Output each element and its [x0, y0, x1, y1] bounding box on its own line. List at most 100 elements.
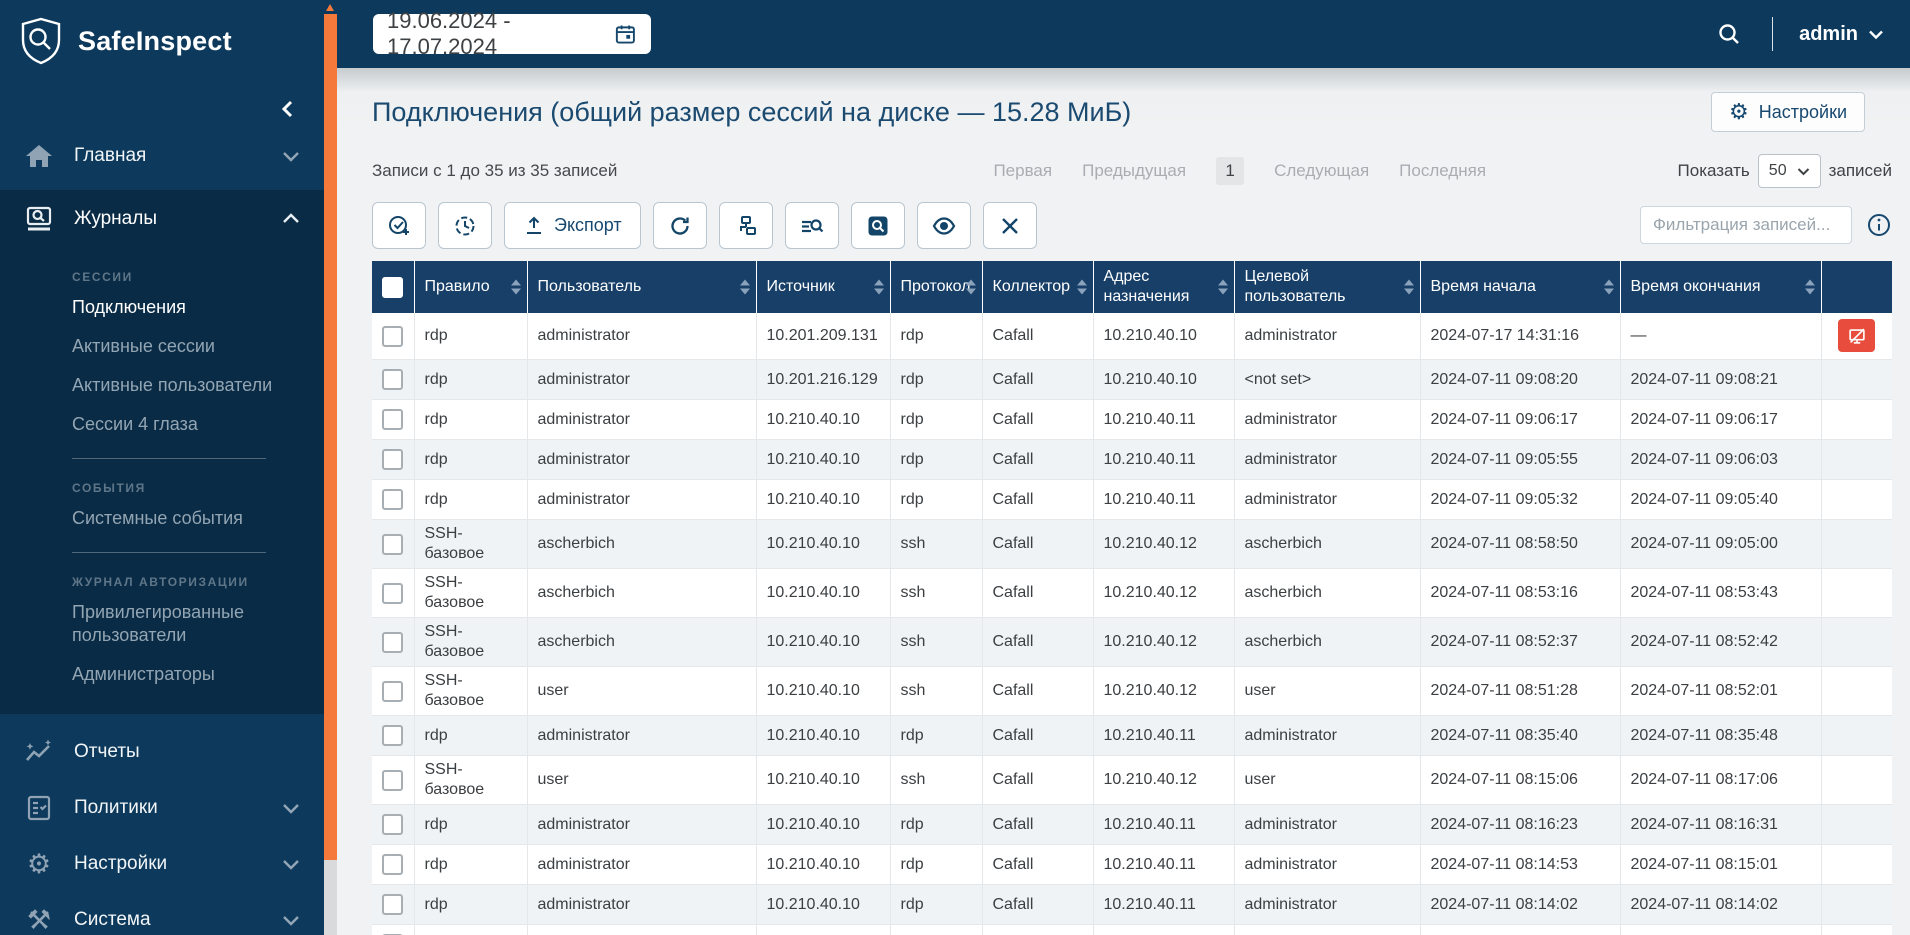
- row-select-cell: [372, 924, 414, 935]
- submenu-divider: [72, 458, 266, 459]
- cell-dest: 10.210.40.10: [1092, 313, 1234, 360]
- sort-icon[interactable]: [965, 279, 976, 295]
- table-header-row: Правило Пользователь Источник Протокол Колле…: [372, 261, 1892, 313]
- table-row[interactable]: rdpadministrator10.210.40.10rdpCafall10.…: [372, 884, 1892, 925]
- row-checkbox[interactable]: [382, 769, 404, 791]
- select-all-header[interactable]: [372, 261, 414, 313]
- column-header[interactable]: Источник: [755, 261, 890, 313]
- table-row[interactable]: rdpadministrator10.210.40.10rdpCafall10.…: [372, 924, 1892, 935]
- pagination-first[interactable]: Первая: [993, 161, 1052, 181]
- row-checkbox[interactable]: [382, 631, 404, 653]
- network-button[interactable]: [718, 202, 773, 249]
- column-header[interactable]: Целевой пользователь: [1233, 261, 1420, 313]
- clear-button[interactable]: [982, 202, 1037, 249]
- page-title: Подключения (общий размер сессий на диск…: [372, 96, 1132, 127]
- view-button[interactable]: [916, 202, 971, 249]
- table-row[interactable]: SSH-базовое ascherbich 10.210.40.10 ssh Cafa…: [372, 617, 1892, 667]
- column-header[interactable]: Правило: [413, 261, 527, 313]
- table-row[interactable]: SSH-базовое user 10.210.40.10 ssh Cafall 10.2…: [372, 755, 1892, 805]
- sidebar-item-reports[interactable]: Отчеты: [0, 724, 324, 780]
- table-row[interactable]: rdpadministrator10.210.40.10rdpCafall10.…: [372, 439, 1892, 480]
- row-checkbox[interactable]: [382, 814, 404, 835]
- search-icon[interactable]: [1716, 21, 1742, 47]
- sort-icon[interactable]: [510, 279, 521, 295]
- table-row[interactable]: SSH-базовое ascherbich 10.210.40.10 ssh Cafa…: [372, 568, 1892, 618]
- sidebar-subitem[interactable]: Сессии 4 глаза: [72, 405, 294, 444]
- filter-input[interactable]: [1640, 206, 1852, 244]
- sidebar-item-system[interactable]: ⚒ Система: [0, 892, 324, 935]
- sidebar-subitem[interactable]: Системные события: [72, 499, 294, 538]
- table-row[interactable]: rdpadministrator10.210.40.10rdpCafall10.…: [372, 399, 1892, 440]
- column-header[interactable]: Время начала: [1419, 261, 1620, 313]
- column-header[interactable]: Время окончания: [1619, 261, 1821, 313]
- sidebar-subitem[interactable]: Привилегированные пользователи: [72, 593, 294, 655]
- row-checkbox[interactable]: [382, 409, 404, 430]
- pagination-next[interactable]: Следующая: [1274, 161, 1369, 181]
- row-checkbox[interactable]: [382, 533, 404, 555]
- row-select-cell: [372, 519, 414, 569]
- sort-icon[interactable]: [1217, 279, 1228, 295]
- table-settings-button[interactable]: ⚙ Настройки: [1711, 92, 1865, 132]
- row-checkbox[interactable]: [382, 854, 404, 875]
- sidebar-subitem[interactable]: Активные сессии: [72, 327, 294, 366]
- column-header[interactable]: Протокол: [889, 261, 982, 313]
- collapse-sidebar-icon[interactable]: [278, 98, 298, 120]
- table-row[interactable]: rdpadministrator10.210.40.10rdpCafall10.…: [372, 479, 1892, 520]
- row-checkbox[interactable]: [382, 894, 404, 915]
- row-checkbox[interactable]: [382, 725, 404, 746]
- sort-icon[interactable]: [1804, 279, 1815, 295]
- scrollbar-thumb[interactable]: [324, 14, 337, 860]
- row-checkbox[interactable]: [382, 449, 404, 470]
- table-row[interactable]: SSH-базовое user 10.210.40.10 ssh Cafall 10.2…: [372, 666, 1892, 716]
- select-all-checkbox[interactable]: [382, 276, 403, 298]
- date-range-picker[interactable]: 19.06.2024 - 17.07.2024: [373, 8, 651, 59]
- sort-icon[interactable]: [1603, 279, 1614, 295]
- row-checkbox[interactable]: [382, 489, 404, 510]
- pagination-current-page[interactable]: 1: [1216, 157, 1245, 185]
- column-header[interactable]: Пользователь: [526, 261, 756, 313]
- sort-icon[interactable]: [1403, 279, 1414, 295]
- sidebar-subitem[interactable]: Активные пользователи: [72, 366, 294, 405]
- sort-icon[interactable]: [739, 279, 750, 295]
- sidebar-item-policies[interactable]: Политики: [0, 780, 324, 836]
- pagination-prev[interactable]: Предыдущая: [1082, 161, 1186, 181]
- row-checkbox[interactable]: [382, 680, 404, 702]
- table-row[interactable]: rdp administrator 10.201.209.131 rdp Cafall 1…: [372, 313, 1892, 360]
- sidebar-item-home[interactable]: Главная: [0, 128, 324, 184]
- sidebar-subitem[interactable]: Подключения: [72, 288, 294, 327]
- page-size-select[interactable]: 50: [1757, 154, 1821, 188]
- cell-protocol: rdp: [889, 313, 982, 360]
- info-icon[interactable]: [1866, 212, 1892, 238]
- table-row[interactable]: rdpadministrator10.210.40.10rdpCafall10.…: [372, 844, 1892, 885]
- table-row[interactable]: SSH-базовое ascherbich 10.210.40.10 ssh Cafa…: [372, 519, 1892, 569]
- row-checkbox[interactable]: [382, 369, 404, 390]
- column-header[interactable]: Коллектор: [981, 261, 1093, 313]
- scroll-up-arrow[interactable]: [326, 4, 334, 11]
- table-row[interactable]: rdpadministrator10.210.40.10rdpCafall10.…: [372, 715, 1892, 756]
- cell-rule: rdp: [413, 399, 527, 440]
- sort-icon[interactable]: [873, 279, 884, 295]
- table-row[interactable]: rdp administrator 10.201.216.129 rdp Cafall 1…: [372, 359, 1892, 400]
- logo[interactable]: SafeInspect: [0, 0, 324, 72]
- sidebar-subitem[interactable]: Администраторы: [72, 655, 294, 694]
- add-check-button[interactable]: [372, 202, 426, 249]
- sidebar-group-journals: Журналы СЕССИИ Подключения Активные сессии…: [0, 190, 324, 714]
- disconnect-session-button[interactable]: [1838, 319, 1876, 353]
- cell-protocol: rdp: [889, 439, 982, 480]
- table-row[interactable]: rdpadministrator10.210.40.10rdpCafall10.…: [372, 804, 1892, 845]
- row-checkbox[interactable]: [382, 325, 404, 347]
- sort-icon[interactable]: [1076, 279, 1087, 295]
- export-button[interactable]: Экспорт: [504, 202, 641, 249]
- cell-user: administrator: [526, 924, 756, 935]
- refresh-button[interactable]: [652, 202, 707, 249]
- session-search-button[interactable]: [850, 202, 905, 249]
- sidebar-item-journals[interactable]: Журналы: [0, 190, 324, 248]
- sidebar-scrollbar[interactable]: [324, 0, 337, 935]
- pagination-last[interactable]: Последняя: [1399, 161, 1486, 181]
- history-button[interactable]: [438, 202, 492, 249]
- user-menu[interactable]: admin: [1799, 23, 1884, 46]
- row-checkbox[interactable]: [382, 582, 404, 604]
- list-search-button[interactable]: [784, 202, 839, 249]
- sidebar-item-settings[interactable]: ⚙ Настройки: [0, 836, 324, 892]
- column-header[interactable]: Адрес назначения: [1092, 261, 1234, 313]
